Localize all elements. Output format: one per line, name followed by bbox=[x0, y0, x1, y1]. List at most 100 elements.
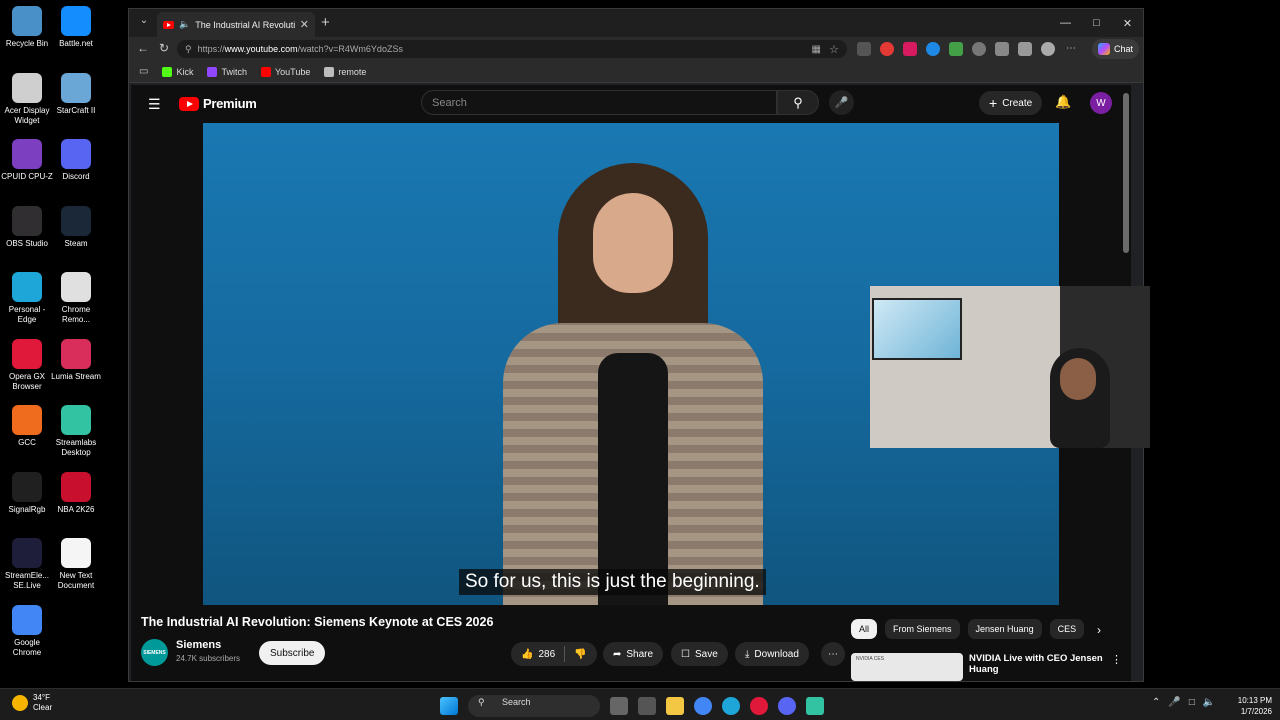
edge-icon[interactable] bbox=[722, 697, 740, 715]
extension-icon[interactable] bbox=[926, 42, 940, 56]
desktop-shortcut[interactable]: Battle.net bbox=[49, 6, 103, 49]
extension-icon[interactable] bbox=[972, 42, 986, 56]
desktop-shortcut[interactable]: Recycle Bin bbox=[0, 6, 54, 49]
speaker-icon[interactable]: 🔈 bbox=[179, 19, 190, 30]
app-available-icon[interactable]: ▦ bbox=[812, 44, 821, 55]
channel-avatar[interactable]: SIEMENS bbox=[141, 639, 168, 666]
subscribe-button[interactable]: Subscribe bbox=[259, 641, 326, 665]
dislike-button[interactable]: 👎 bbox=[574, 649, 586, 660]
tab-search-chevron-icon[interactable]: ⌄ bbox=[135, 15, 153, 31]
desktop-shortcut[interactable]: GCC bbox=[0, 405, 54, 448]
extension-icon[interactable] bbox=[903, 42, 917, 56]
windows-start-icon[interactable] bbox=[440, 697, 458, 715]
chevron-right-icon[interactable]: › bbox=[1097, 623, 1101, 637]
bookmark-kick[interactable]: Kick bbox=[162, 66, 193, 77]
chrome-icon[interactable] bbox=[694, 697, 712, 715]
task-view-icon[interactable] bbox=[610, 697, 628, 715]
video-title: The Industrial AI Revolution: Siemens Ke… bbox=[141, 615, 494, 629]
page-scrollbar[interactable] bbox=[1123, 93, 1129, 253]
youtube-logo[interactable]: Premium bbox=[179, 96, 257, 111]
back-arrow-icon[interactable]: ← bbox=[137, 41, 149, 55]
url-text[interactable]: https://www.youtube.com/watch?v=R4Wm6Ydo… bbox=[198, 44, 403, 54]
streamlabs-icon[interactable] bbox=[806, 697, 824, 715]
address-bar[interactable]: ⚲ https://www.youtube.com/watch?v=R4Wm6Y… bbox=[177, 40, 847, 58]
desktop-shortcut[interactable]: Lumia Stream bbox=[49, 338, 103, 382]
taskbar-search[interactable]: ⚲ Search bbox=[468, 695, 600, 717]
desktop-shortcut[interactable]: Acer Display Widget bbox=[0, 72, 54, 126]
weather-widget[interactable]: 34°F Clear bbox=[12, 693, 52, 713]
recommended-video[interactable]: NVIDIA CES NVIDIA Live with CEO Jensen H… bbox=[851, 653, 1122, 681]
recommended-thumbnail[interactable]: NVIDIA CES bbox=[851, 653, 963, 681]
copilot-chat-button[interactable]: Chat bbox=[1091, 39, 1139, 59]
account-avatar[interactable]: W bbox=[1090, 92, 1112, 114]
desktop-shortcut[interactable]: StarCraft II bbox=[49, 72, 103, 116]
minimize-button[interactable]: — bbox=[1050, 9, 1081, 37]
desktop-shortcut[interactable]: Discord bbox=[49, 139, 103, 182]
refresh-icon[interactable]: ↻ bbox=[159, 41, 169, 55]
thumbs-down-icon: 👎 bbox=[574, 648, 587, 660]
file-explorer-icon[interactable] bbox=[666, 697, 684, 715]
desktop-shortcut[interactable]: NBA 2K26 bbox=[49, 471, 103, 515]
discord-icon[interactable] bbox=[778, 697, 796, 715]
profile-avatar-icon[interactable] bbox=[1041, 42, 1055, 56]
chip-jensen-huang[interactable]: Jensen Huang bbox=[967, 619, 1042, 639]
favorite-star-icon[interactable]: ☆ bbox=[829, 43, 839, 56]
close-tab-icon[interactable]: ✕ bbox=[300, 18, 309, 31]
volume-icon[interactable]: 🔈 bbox=[1203, 697, 1215, 708]
site-info-icon[interactable]: ⚲ bbox=[185, 44, 192, 55]
voice-search-button[interactable]: 🎤 bbox=[829, 90, 854, 115]
extensions-puzzle-icon[interactable] bbox=[995, 42, 1009, 56]
new-tab-button[interactable]: + bbox=[321, 14, 330, 31]
desktop-shortcut[interactable]: Chrome Remo... bbox=[49, 272, 103, 325]
save-button[interactable]: ☐ Save bbox=[671, 642, 728, 666]
desktop-shortcut-label: Streamlabs Desktop bbox=[55, 438, 97, 457]
browser-tab-active[interactable]: 🔈 The Industrial AI Revolution: S ✕ bbox=[157, 12, 315, 37]
favorites-icon[interactable] bbox=[1018, 42, 1032, 56]
chip-ces[interactable]: CES bbox=[1049, 619, 1085, 639]
extension-icon[interactable] bbox=[949, 42, 963, 56]
desktop-shortcut[interactable]: Opera GX Browser bbox=[0, 338, 54, 392]
search-input[interactable]: Search bbox=[421, 90, 777, 115]
channel-name[interactable]: Siemens bbox=[176, 639, 221, 651]
desktop-shortcut[interactable]: SignalRgb bbox=[0, 471, 54, 515]
tab-actions-icon[interactable]: ▭ bbox=[139, 66, 148, 77]
clock[interactable]: 10:13 PM 1/7/2026 bbox=[1232, 695, 1272, 717]
download-button[interactable]: ⤓ Download bbox=[735, 642, 809, 666]
chip-from-siemens[interactable]: From Siemens bbox=[885, 619, 960, 639]
notifications-bell-icon[interactable]: 🔔 bbox=[1055, 94, 1071, 110]
more-actions-button[interactable]: ⋯ bbox=[821, 642, 845, 666]
desktop-shortcut[interactable]: Steam bbox=[49, 205, 103, 249]
more-vertical-icon[interactable]: ⋮ bbox=[1111, 653, 1122, 681]
chip-all[interactable]: All bbox=[851, 619, 878, 639]
extension-icon[interactable] bbox=[880, 42, 894, 56]
desktop-shortcut[interactable]: OBS Studio bbox=[0, 205, 54, 249]
more-menu-icon[interactable]: ⋯ bbox=[1064, 42, 1078, 56]
share-button[interactable]: ➦ Share bbox=[603, 642, 664, 666]
cpuz-icon bbox=[12, 139, 42, 169]
bookmark-twitch[interactable]: Twitch bbox=[207, 66, 247, 77]
desktop-shortcut[interactable]: Personal - Edge bbox=[0, 272, 54, 325]
extension-icon[interactable] bbox=[857, 42, 871, 56]
opera-gx-icon[interactable] bbox=[750, 697, 768, 715]
youtube-header: ☰ Premium Search ⚲ 🎤 + Create 🔔 W bbox=[131, 85, 1131, 121]
maximize-button[interactable]: □ bbox=[1081, 9, 1112, 37]
desktop-shortcut[interactable]: StreamEle... SE.Live bbox=[0, 538, 54, 591]
network-icon[interactable]: □ bbox=[1189, 697, 1195, 708]
widgets-icon[interactable] bbox=[638, 697, 656, 715]
desktop-shortcut[interactable]: CPUID CPU-Z bbox=[0, 139, 54, 182]
search-button[interactable]: ⚲ bbox=[777, 90, 819, 115]
desktop-shortcut[interactable]: Google Chrome bbox=[0, 604, 54, 658]
bookmark-remote[interactable]: remote bbox=[324, 66, 366, 77]
desktop-shortcut[interactable]: New Text Document bbox=[49, 538, 103, 591]
menu-hamburger-icon[interactable]: ☰ bbox=[148, 96, 161, 113]
create-button[interactable]: + Create bbox=[979, 91, 1043, 115]
show-hidden-icons-icon[interactable]: ⌃ bbox=[1152, 697, 1160, 708]
like-button[interactable]: 👍 286 bbox=[521, 649, 555, 660]
desktop-shortcut[interactable]: Streamlabs Desktop bbox=[49, 405, 103, 458]
recommended-title[interactable]: NVIDIA Live with CEO Jensen Huang bbox=[969, 653, 1105, 681]
microphone-icon[interactable]: 🎤 bbox=[1168, 697, 1180, 708]
obs-icon bbox=[12, 205, 42, 236]
bookmark-youtube[interactable]: YouTube bbox=[260, 66, 310, 77]
close-window-button[interactable]: ✕ bbox=[1112, 9, 1143, 37]
microphone-icon: 🎤 bbox=[834, 97, 849, 109]
